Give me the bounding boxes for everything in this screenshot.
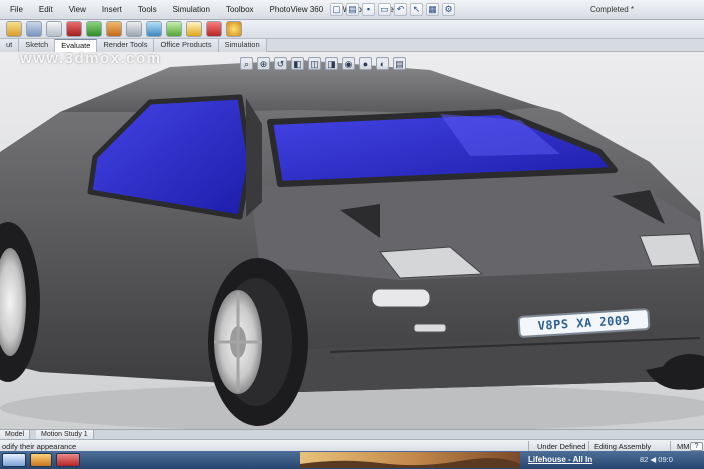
tab-simulation[interactable]: Simulation xyxy=(218,39,267,52)
status-divider xyxy=(670,441,671,451)
menu-item-view[interactable]: View xyxy=(61,4,94,15)
zoom-to-fit-icon[interactable]: ⌕ xyxy=(240,57,253,70)
windows-taskbar: Lifehouse - All In 82 ◀ 09:0 xyxy=(0,451,704,469)
help-icon[interactable]: ? xyxy=(690,442,703,451)
status-divider xyxy=(528,441,529,451)
menu-bar: File Edit View Insert Tools Simulation Toolbox… xyxy=(0,0,704,20)
media-player-artwork xyxy=(300,452,520,468)
assembly-visualization-icon[interactable] xyxy=(126,21,142,37)
render-icon[interactable] xyxy=(186,21,202,37)
now-playing-link[interactable]: Lifehouse - All In xyxy=(528,455,592,464)
menu-item-tools[interactable]: Tools xyxy=(130,4,165,15)
command-icons xyxy=(6,21,242,37)
document-title: Completed * xyxy=(590,5,635,14)
print-icon[interactable]: ▭ xyxy=(378,3,391,16)
watermark: www.3dmox.com xyxy=(20,50,162,67)
car-model-render[interactable] xyxy=(0,52,704,429)
view-settings-icon[interactable]: ▤ xyxy=(393,57,406,70)
hole-alignment-icon[interactable] xyxy=(86,21,102,37)
graphics-area[interactable]: V8PS XA 2009 xyxy=(0,52,704,429)
hide-show-icon[interactable]: ◉ xyxy=(342,57,355,70)
photoview-icon[interactable] xyxy=(226,21,242,37)
standard-toolbar: ▢ ▤ ▪ ▭ ↶ ↖ ▦ ⚙ xyxy=(330,3,455,16)
appearance-icon[interactable] xyxy=(206,21,222,37)
menu-item-edit[interactable]: Edit xyxy=(31,4,61,15)
performance-icon[interactable] xyxy=(146,21,162,37)
edit-appearance-icon[interactable]: ● xyxy=(359,57,372,70)
taskbar-folder-icon[interactable] xyxy=(30,453,52,467)
select-icon[interactable]: ↖ xyxy=(410,3,423,16)
section-view-icon[interactable]: ◧ xyxy=(291,57,304,70)
start-button[interactable] xyxy=(2,453,26,467)
menu-item-file[interactable]: File xyxy=(2,4,31,15)
section-properties-icon[interactable] xyxy=(46,21,62,37)
status-bar: odify their appearance Under Defined Edi… xyxy=(0,439,704,451)
interference-icon[interactable] xyxy=(66,21,82,37)
sensor-icon[interactable] xyxy=(106,21,122,37)
model-motion-tabs: Model Motion Study 1 xyxy=(0,429,704,440)
new-doc-icon[interactable]: ▢ xyxy=(330,3,343,16)
display-style-icon[interactable]: ◨ xyxy=(325,57,338,70)
status-message: odify their appearance xyxy=(2,442,77,451)
options-icon[interactable]: ⚙ xyxy=(442,3,455,16)
measure-icon[interactable] xyxy=(6,21,22,37)
menu-item-insert[interactable]: Insert xyxy=(94,4,130,15)
mass-properties-icon[interactable] xyxy=(26,21,42,37)
taskbar-solidworks-icon[interactable] xyxy=(56,453,80,467)
status-divider xyxy=(588,441,589,451)
system-tray: 82 ◀ 09:0 xyxy=(640,455,673,464)
tab-ut[interactable]: ut xyxy=(0,39,20,52)
menu-item-simulation[interactable]: Simulation xyxy=(165,4,218,15)
tab-office-products[interactable]: Office Products xyxy=(154,39,219,52)
menu-item-photoview-360[interactable]: PhotoView 360 xyxy=(262,4,332,15)
view-orientation-icon[interactable]: ◫ xyxy=(308,57,321,70)
rebuild-icon[interactable]: ▦ xyxy=(426,3,439,16)
heads-up-view-toolbar: ⌕ ⊕ ↺ ◧ ◫ ◨ ◉ ● ◐ ▤ xyxy=(240,57,406,70)
command-manager-toolbar xyxy=(0,20,704,39)
open-folder-icon[interactable]: ▤ xyxy=(346,3,359,16)
zoom-area-icon[interactable]: ⊕ xyxy=(257,57,270,70)
menu-item-toolbox[interactable]: Toolbox xyxy=(218,4,262,15)
status-mode: Editing Assembly xyxy=(594,442,652,451)
previous-view-icon[interactable]: ↺ xyxy=(274,57,287,70)
rebuild-stats-icon[interactable] xyxy=(166,21,182,37)
undo-icon[interactable]: ↶ xyxy=(394,3,407,16)
scene-icon[interactable]: ◐ xyxy=(376,57,389,70)
save-icon[interactable]: ▪ xyxy=(362,3,375,16)
status-definition: Under Defined xyxy=(537,442,586,451)
